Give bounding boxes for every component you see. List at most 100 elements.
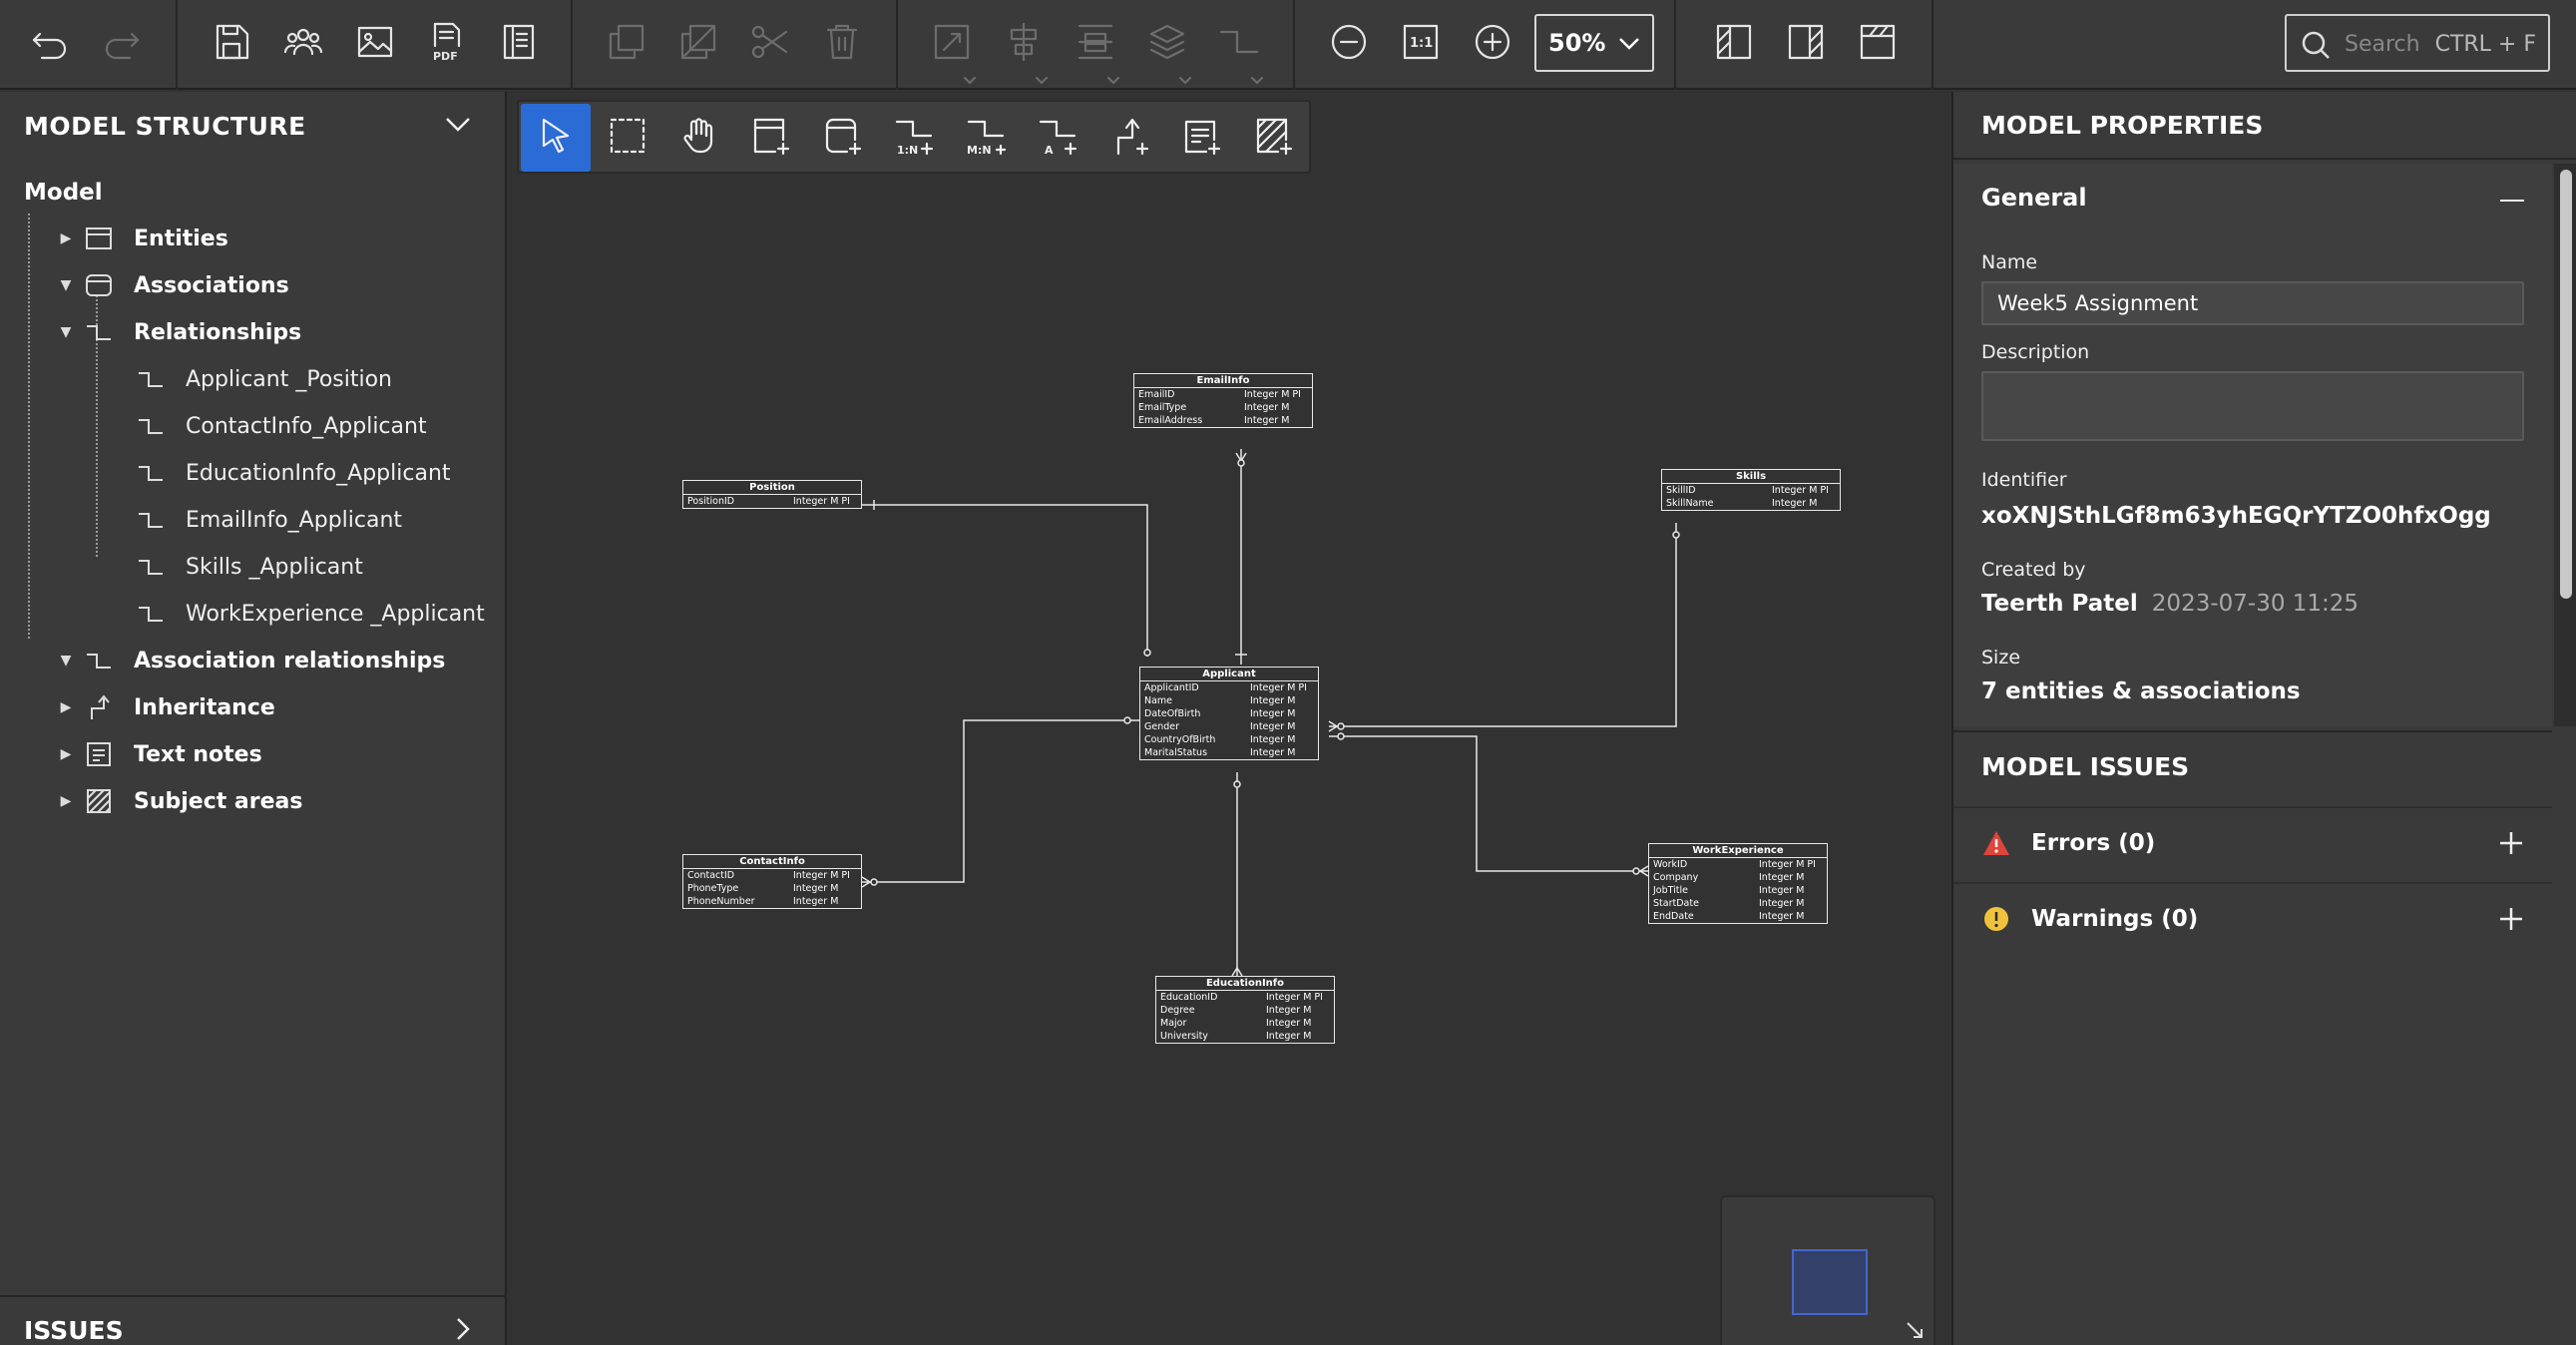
- errors-label: Errors (0): [2031, 830, 2156, 856]
- entity-applicant[interactable]: Applicant ApplicantID Integer M PI Name In…: [1139, 667, 1319, 760]
- entity-emailinfo[interactable]: EmailInfo EmailID Integer M PI EmailType I…: [1133, 373, 1313, 428]
- add-association-relationship-tool[interactable]: A: [1024, 104, 1093, 172]
- entity-attribute: SkillName Integer M: [1666, 498, 1818, 509]
- entity-skills[interactable]: Skills SkillID Integer M PI SkillName Inte…: [1661, 469, 1841, 511]
- tree-item-subject-areas[interactable]: ▶ Subject areas: [56, 780, 303, 822]
- redo-button[interactable]: [86, 8, 158, 80]
- add-one-to-many-tool[interactable]: 1:N: [880, 104, 950, 172]
- add-entity-tool[interactable]: [736, 104, 806, 172]
- svg-text:A: A: [1045, 144, 1054, 157]
- expand-plus-icon[interactable]: [2498, 906, 2524, 932]
- model-structure-header[interactable]: MODEL STRUCTURE: [0, 92, 507, 160]
- entity-position[interactable]: Position PositionID Integer M PI: [682, 480, 862, 509]
- tree-item-relationships[interactable]: ▼ Relationships: [56, 311, 302, 353]
- tree-item-relationship[interactable]: EducationInfo_Applicant: [136, 452, 451, 494]
- collaborators-button[interactable]: [267, 8, 339, 80]
- cut-button[interactable]: [734, 8, 806, 80]
- tree-item-associations[interactable]: ▼ Associations: [56, 264, 289, 306]
- tree-item-association-relationships[interactable]: ▼ Association relationships: [56, 640, 446, 681]
- scrollbar-thumb[interactable]: [2560, 170, 2572, 599]
- name-input[interactable]: Week5 Assignment: [1981, 281, 2524, 325]
- general-title[interactable]: General: [1981, 184, 2087, 212]
- search-input[interactable]: Search CTRL + F: [2285, 14, 2550, 72]
- undo-button[interactable]: [14, 8, 86, 80]
- collapse-arrow-icon: ▼: [60, 324, 72, 340]
- chevron-down-icon: [1036, 70, 1048, 84]
- issues-bar[interactable]: ISSUES: [0, 1295, 507, 1345]
- add-association-tool[interactable]: [808, 104, 878, 172]
- resize-button[interactable]: [916, 8, 988, 84]
- minimap[interactable]: [1720, 1195, 1935, 1345]
- relationship-line[interactable]: [862, 504, 1148, 657]
- zoom-select[interactable]: 50%: [1534, 14, 1654, 72]
- tree-item-relationship[interactable]: Applicant _Position: [136, 358, 392, 400]
- entity-title: WorkExperience: [1649, 844, 1827, 858]
- add-inheritance-tool[interactable]: [1095, 104, 1165, 172]
- zoom-out-button[interactable]: [1313, 8, 1385, 80]
- distribute-button[interactable]: [1060, 8, 1131, 84]
- add-text-note-tool[interactable]: [1167, 104, 1237, 172]
- expand-plus-icon[interactable]: [2498, 830, 2524, 856]
- copy-button[interactable]: [591, 8, 662, 80]
- pointer-icon: [534, 114, 578, 162]
- align-button[interactable]: [988, 8, 1060, 84]
- zoom-in-button[interactable]: [1457, 8, 1528, 80]
- description-textarea[interactable]: [1981, 371, 2524, 441]
- inheritance-icon: [1108, 114, 1152, 162]
- paste-format-button[interactable]: [662, 8, 734, 80]
- resize-icon: [930, 20, 974, 68]
- description-label: Description: [1981, 341, 2090, 363]
- entity-contactinfo[interactable]: ContactInfo ContactID Integer M PI PhoneT…: [682, 854, 862, 909]
- export-pdf-button[interactable]: PDF: [411, 8, 483, 80]
- cardinality-mark: [1237, 459, 1245, 467]
- export-image-button[interactable]: [339, 8, 411, 80]
- toggle-left-panel-button[interactable]: [1698, 8, 1770, 80]
- model-properties-header: MODEL PROPERTIES: [1953, 92, 2576, 160]
- tree-item-relationship[interactable]: WorkExperience _Applicant: [136, 593, 485, 635]
- zoom-in-icon: [1471, 20, 1514, 68]
- copy-icon: [605, 20, 648, 68]
- model-issues-title: MODEL ISSUES: [1981, 752, 2190, 781]
- tree-item-relationship[interactable]: EmailInfo_Applicant: [136, 499, 402, 541]
- chevron-down-icon: [1179, 70, 1191, 84]
- save-button[interactable]: [196, 8, 267, 80]
- entity-educationinfo[interactable]: EducationInfo EducationID Integer M PI De…: [1155, 976, 1335, 1044]
- add-many-to-many-tool[interactable]: M:N: [952, 104, 1022, 172]
- report-button[interactable]: [483, 8, 555, 80]
- toggle-right-panel-button[interactable]: [1770, 8, 1842, 80]
- tree-item-inheritance[interactable]: ▶ Inheritance: [56, 686, 275, 728]
- entity-title: Position: [683, 481, 861, 495]
- layers-button[interactable]: [1131, 8, 1203, 84]
- minimap-viewport[interactable]: [1792, 1249, 1868, 1315]
- tree-item-text-notes[interactable]: ▶ Text notes: [56, 733, 262, 775]
- warnings-row[interactable]: Warnings (0): [1953, 882, 2552, 954]
- errors-row[interactable]: Errors (0): [1953, 806, 2552, 878]
- line-style-button[interactable]: [1203, 8, 1275, 84]
- relationship-line[interactable]: [1329, 735, 1648, 872]
- tree-item-entities[interactable]: ▶ Entities: [56, 218, 228, 259]
- tree-item-relationship[interactable]: ContactInfo_Applicant: [136, 405, 427, 447]
- relationship-line[interactable]: [862, 719, 1139, 883]
- tree-root[interactable]: Model: [24, 180, 103, 206]
- select-tool[interactable]: [521, 104, 591, 172]
- entity-attribute: EmailAddress Integer M: [1138, 415, 1290, 426]
- cardinality-mark: [1123, 716, 1131, 724]
- entity-attribute: Gender Integer M: [1144, 721, 1296, 732]
- pan-tool[interactable]: [664, 104, 734, 172]
- diagram-canvas[interactable]: EmailInfo EmailID Integer M PI EmailType I…: [509, 92, 1951, 1345]
- delete-button[interactable]: [806, 8, 878, 80]
- relationship-line[interactable]: [1329, 523, 1677, 727]
- marquee-tool[interactable]: [593, 104, 662, 172]
- toggle-top-panel-button[interactable]: [1842, 8, 1914, 80]
- tree-item-relationship[interactable]: Skills _Applicant: [136, 546, 363, 588]
- collapse-icon[interactable]: [2500, 200, 2524, 202]
- add-association-icon: [821, 114, 865, 162]
- model-properties-panel: MODEL PROPERTIES General Name Week5 Assi…: [1951, 92, 2576, 1345]
- entity-workexperience[interactable]: WorkExperience WorkID Integer M PI Compan…: [1648, 843, 1828, 924]
- cardinality-mark: [1233, 780, 1241, 788]
- hand-icon: [677, 114, 721, 162]
- properties-scrollbar[interactable]: [2554, 164, 2576, 726]
- cardinality-mark: [1632, 867, 1640, 875]
- zoom-reset-button[interactable]: 1:1: [1385, 8, 1457, 80]
- add-subject-area-tool[interactable]: [1239, 104, 1309, 172]
